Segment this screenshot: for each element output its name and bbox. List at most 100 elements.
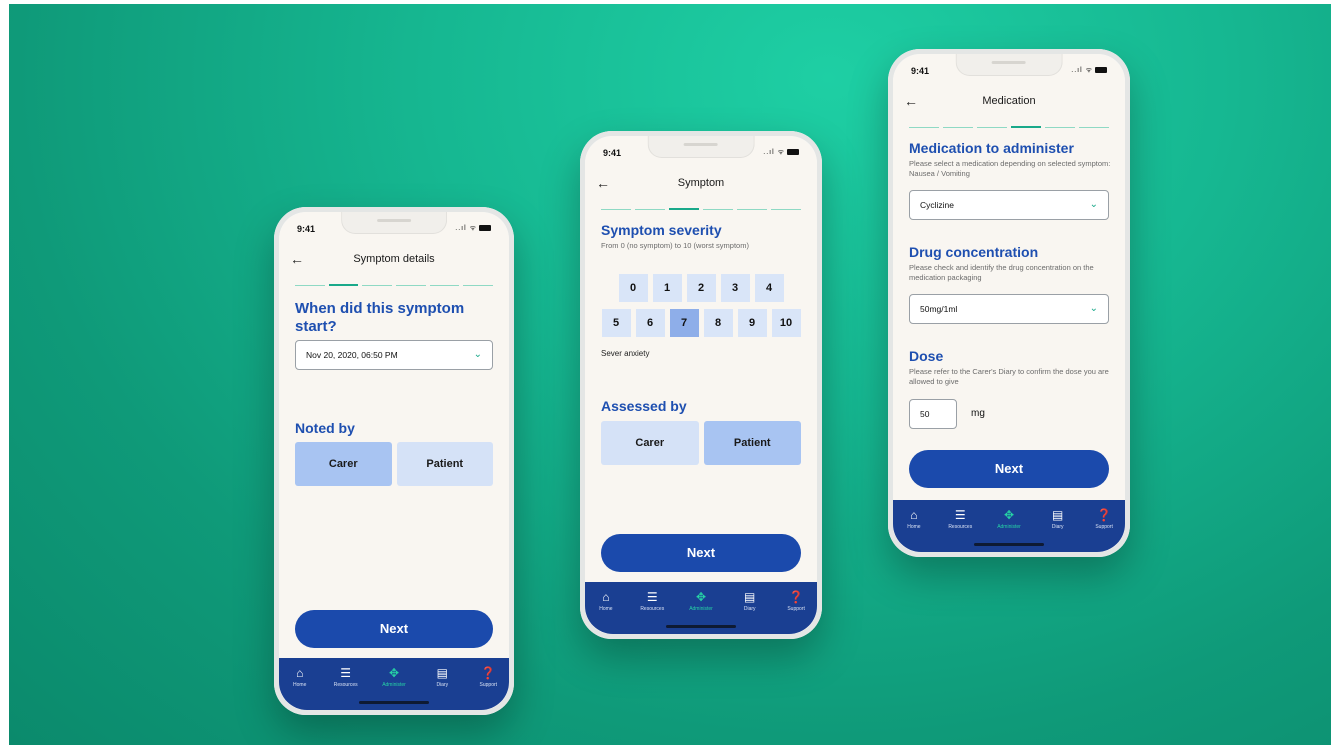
severity-option[interactable]: 5 (601, 309, 631, 337)
noted-by-toggle: Carer Patient (295, 442, 493, 486)
background-stage: 9:41 ..ıl ᯤ ← Symptom details When did t… (9, 4, 1331, 745)
page-title: Symptom (677, 177, 725, 189)
step-progress (909, 126, 1109, 129)
medication-subtitle: Please select a medication depending on … (909, 159, 1111, 178)
tab-resources[interactable]: ☰ Resources (326, 666, 366, 688)
list-icon: ☰ (646, 590, 658, 604)
option-carer[interactable]: Carer (295, 442, 392, 486)
status-time: 9:41 (603, 148, 622, 158)
notch (647, 136, 755, 158)
tab-resources[interactable]: ☰ Resources (632, 590, 672, 612)
chevron-down-icon: ⌄ (1089, 303, 1098, 314)
diary-icon: ▤ (436, 666, 448, 680)
status-icons: ..ıl ᯤ (455, 224, 491, 233)
tab-administer[interactable]: ✥ Administer (681, 590, 721, 612)
signal-wifi-icon: ..ıl ᯤ (1071, 67, 1093, 74)
severity-option[interactable]: 0 (618, 274, 648, 302)
home-icon: ⌂ (602, 590, 610, 604)
administer-icon: ✥ (695, 590, 707, 604)
severity-heading: Symptom severity (601, 222, 722, 238)
page-title: Symptom details (353, 253, 435, 265)
list-icon: ☰ (954, 508, 966, 522)
home-indicator (974, 543, 1044, 546)
tab-support[interactable]: ❓ Support (468, 666, 508, 688)
status-time: 9:41 (297, 224, 316, 234)
tab-home[interactable]: ⌂ Home (280, 666, 320, 688)
tab-administer[interactable]: ✥ Administer (374, 666, 414, 688)
step-progress (601, 208, 801, 211)
option-patient[interactable]: Patient (396, 442, 493, 486)
tab-home[interactable]: ⌂ Home (894, 508, 934, 530)
notch (955, 54, 1063, 76)
next-button[interactable]: Next (909, 450, 1109, 488)
bottom-tab-bar: ⌂ Home ☰ Resources ✥ Administer ▤ Diary ❓ Sup… (279, 658, 509, 710)
administer-icon: ✥ (388, 666, 400, 680)
severity-row-2: 5 6 7 8 9 10 (585, 309, 817, 337)
diary-icon: ▤ (1052, 508, 1064, 522)
medication-heading: Medication to administer (909, 140, 1074, 156)
list-icon: ☰ (340, 666, 352, 680)
severity-option-selected[interactable]: 7 (669, 309, 699, 337)
status-icons: ..ıl ᯤ (1071, 66, 1107, 75)
home-icon: ⌂ (910, 508, 918, 522)
tab-home[interactable]: ⌂ Home (586, 590, 626, 612)
datetime-select[interactable]: Nov 20, 2020, 06:50 PM ⌄ (295, 340, 493, 370)
dose-input[interactable]: 50 (909, 399, 957, 429)
severity-row-1: 0 1 2 3 4 (585, 274, 817, 302)
administer-icon: ✥ (1003, 508, 1015, 522)
datetime-value: Nov 20, 2020, 06:50 PM (306, 350, 398, 360)
concentration-value: 50mg/1ml (920, 304, 958, 314)
tab-support[interactable]: ❓ Support (1084, 508, 1124, 530)
severity-option[interactable]: 10 (771, 309, 801, 337)
medication-select[interactable]: Cyclizine ⌄ (909, 190, 1109, 220)
screen: 9:41 ..ıl ᯤ ← Medication Medication to a… (893, 54, 1125, 552)
screen: 9:41 ..ıl ᯤ ← Symptom details When did t… (279, 212, 509, 710)
nav-bar: ← Medication (893, 92, 1125, 112)
severity-option[interactable]: 3 (720, 274, 750, 302)
battery-icon (1095, 67, 1107, 74)
notch (341, 212, 447, 234)
tab-support[interactable]: ❓ Support (776, 590, 816, 612)
medication-value: Cyclizine (920, 200, 955, 210)
step-progress (295, 284, 494, 287)
bottom-tab-bar: ⌂ Home ☰ Resources ✥ Administer ▤ Diary ❓ Sup… (585, 582, 817, 634)
phone-symptom: 9:41 ..ıl ᯤ ← Symptom Symptom severity F… (580, 131, 822, 639)
tab-resources[interactable]: ☰ Resources (940, 508, 980, 530)
dose-heading: Dose (909, 348, 944, 364)
severity-option[interactable]: 4 (754, 274, 784, 302)
concentration-select[interactable]: 50mg/1ml ⌄ (909, 294, 1109, 324)
chevron-down-icon: ⌄ (1089, 199, 1098, 210)
home-indicator (666, 625, 736, 628)
help-icon: ❓ (480, 666, 496, 680)
tab-diary[interactable]: ▤ Diary (1038, 508, 1078, 530)
tab-diary[interactable]: ▤ Diary (730, 590, 770, 612)
severity-option[interactable]: 8 (703, 309, 733, 337)
status-time: 9:41 (911, 66, 930, 76)
severity-option[interactable]: 2 (686, 274, 716, 302)
status-icons: ..ıl ᯤ (763, 148, 799, 157)
severity-option[interactable]: 6 (635, 309, 665, 337)
tab-diary[interactable]: ▤ Diary (422, 666, 462, 688)
page-title: Medication (982, 95, 1036, 107)
severity-option[interactable]: 1 (652, 274, 682, 302)
bottom-tab-bar: ⌂ Home ☰ Resources ✥ Administer ▤ Diary ❓ Sup… (893, 500, 1125, 552)
phone-medication: 9:41 ..ıl ᯤ ← Medication Medication to a… (888, 49, 1130, 557)
next-button[interactable]: Next (295, 610, 493, 648)
screen: 9:41 ..ıl ᯤ ← Symptom Symptom severity F… (585, 136, 817, 634)
option-carer[interactable]: Carer (601, 421, 699, 465)
severity-option[interactable]: 9 (737, 309, 767, 337)
chevron-down-icon: ⌄ (473, 349, 482, 360)
noted-by-label: Noted by (295, 420, 355, 436)
severity-subtitle: From 0 (no symptom) to 10 (worst symptom… (601, 241, 749, 250)
option-patient[interactable]: Patient (703, 421, 801, 465)
home-icon: ⌂ (296, 666, 304, 680)
home-indicator (359, 701, 429, 704)
assessed-by-label: Assessed by (601, 398, 687, 414)
nav-bar: ← Symptom (585, 174, 817, 194)
phone-symptom-details: 9:41 ..ıl ᯤ ← Symptom details When did t… (274, 207, 514, 715)
tab-administer[interactable]: ✥ Administer (989, 508, 1029, 530)
next-button[interactable]: Next (601, 534, 801, 572)
assessed-by-toggle: Carer Patient (601, 421, 801, 465)
diary-icon: ▤ (744, 590, 756, 604)
help-icon: ❓ (1096, 508, 1112, 522)
